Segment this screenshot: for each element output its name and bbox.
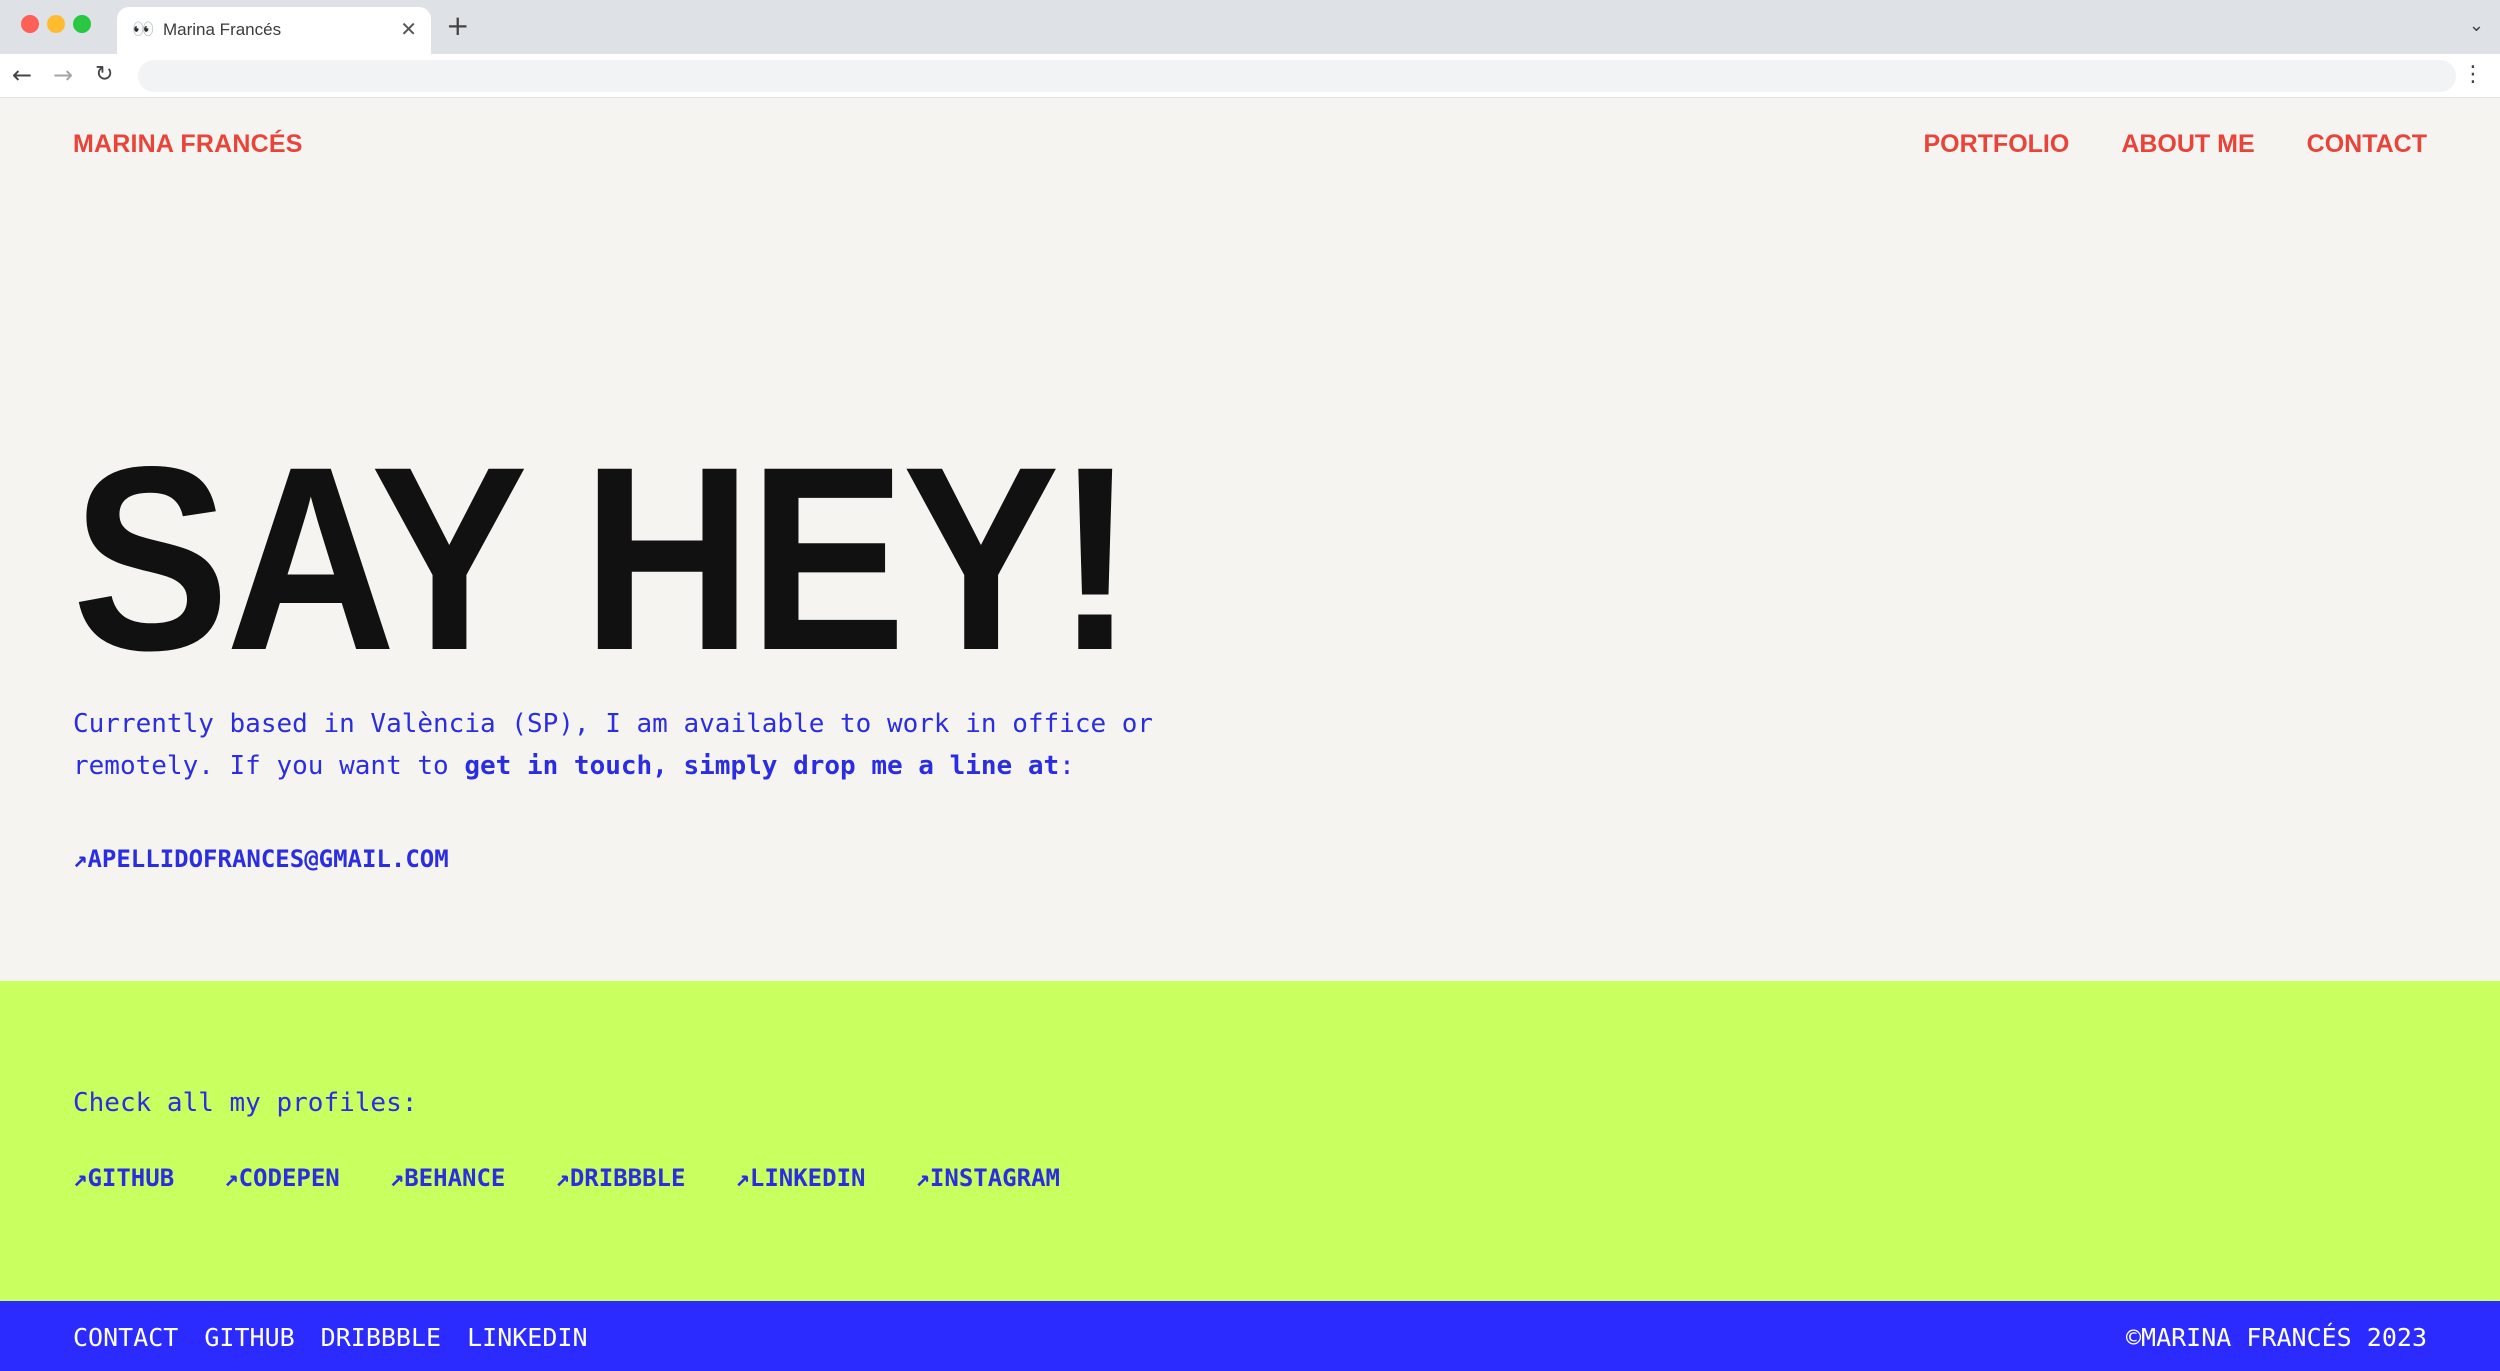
profile-link-label: CODEPEN [238,1164,340,1192]
nav-portfolio-link[interactable]: PORTFOLIO [1923,130,2069,159]
profile-link-dribbble[interactable]: ↗DRIBBBLE [555,1164,685,1192]
browser-tab[interactable]: 👀 Marina Francés ✕ [117,7,431,54]
profile-link-linkedin[interactable]: ↗LINKEDIN [735,1164,865,1192]
profile-link-codepen[interactable]: ↗CODEPEN [224,1164,340,1192]
email-address: APELLIDOFRANCES@GMAIL.COM [87,845,449,873]
intro-text-colon: : [1059,751,1075,781]
maximize-window-button[interactable] [73,15,91,33]
eyes-favicon-icon: 👀 [132,19,155,40]
reload-icon[interactable]: ↻ [95,61,113,89]
close-window-button[interactable] [21,15,39,33]
arrow-up-right-icon: ↗ [389,1164,405,1192]
profile-link-instagram[interactable]: ↗INSTAGRAM [915,1164,1060,1192]
page-title: SAY HEY! [72,412,1135,705]
arrow-up-right-icon: ↗ [73,845,88,873]
profile-link-label: INSTAGRAM [929,1164,1060,1192]
profile-link-label: GITHUB [87,1164,175,1192]
arrow-up-right-icon: ↗ [555,1164,570,1192]
new-tab-icon[interactable]: + [446,11,469,41]
site-nav: PORTFOLIO ABOUT ME CONTACT [1923,130,2427,159]
browser-tab-bar: 👀 Marina Francés ✕ + ⌄ [0,0,2500,54]
profile-links: ↗GITHUB ↗CODEPEN ↗BEHANCE ↗DRIBBBLE ↗LIN… [73,1164,1060,1192]
tab-title: Marina Francés [163,20,282,39]
arrow-up-right-icon: ↗ [73,1164,88,1192]
email-link[interactable]: ↗APELLIDOFRANCES@GMAIL.COM [73,845,449,873]
arrow-up-right-icon: ↗ [224,1164,239,1192]
profile-link-label: LINKEDIN [749,1164,866,1192]
browser-menu-icon[interactable]: ⋮ [2462,61,2484,89]
profile-link-github[interactable]: ↗GITHUB [73,1164,174,1192]
tab-close-icon[interactable]: ✕ [400,18,417,40]
back-arrow-icon[interactable]: ← [12,61,32,89]
intro-text-emphasis: get in touch, simply drop me a line at [464,751,1060,781]
profile-link-label: DRIBBBLE [569,1164,686,1192]
footer-links: CONTACT GITHUB DRIBBBLE LINKEDIN [73,1323,588,1352]
forward-arrow-icon[interactable]: → [53,61,73,89]
tab-search-chevron-icon[interactable]: ⌄ [2469,15,2484,36]
footer-link-github[interactable]: GITHUB [204,1323,294,1352]
nav-about-link[interactable]: ABOUT ME [2121,130,2254,159]
profile-link-label: BEHANCE [404,1164,506,1192]
address-bar-input[interactable] [138,60,2456,92]
profiles-label: Check all my profiles: [73,1088,418,1118]
nav-contact-link[interactable]: CONTACT [2307,130,2427,159]
minimize-window-button[interactable] [47,15,65,33]
footer-link-dribbble[interactable]: DRIBBBLE [321,1323,441,1352]
footer-link-linkedin[interactable]: LINKEDIN [467,1323,587,1352]
arrow-up-right-icon: ↗ [915,1164,930,1192]
browser-toolbar: ← → ↻ ⋮ [0,54,2500,98]
footer-link-contact[interactable]: CONTACT [73,1323,178,1352]
copyright-text: ©MARINA FRANCÉS 2023 [2125,1323,2427,1352]
intro-text: Currently based in València (SP), I am a… [73,703,1253,787]
profiles-section: Check all my profiles: ↗GITHUB ↗CODEPEN … [0,981,2500,1301]
site-brand-link[interactable]: MARINA FRANCÉS [73,130,303,159]
profile-link-behance[interactable]: ↗BEHANCE [390,1164,506,1192]
arrow-up-right-icon: ↗ [735,1164,750,1192]
site-footer: CONTACT GITHUB DRIBBBLE LINKEDIN ©MARINA… [0,1301,2500,1371]
